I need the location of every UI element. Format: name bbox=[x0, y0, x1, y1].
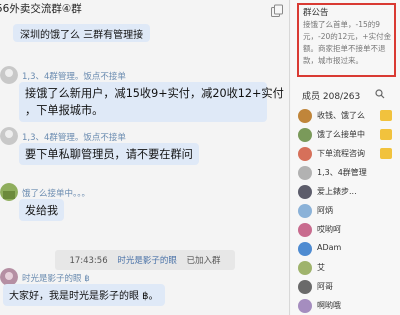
admin-badge-icon bbox=[380, 148, 392, 159]
member-name: 爱上錶步... bbox=[317, 187, 357, 196]
sender-name[interactable]: 时光是影子的眼 ฿ bbox=[22, 272, 90, 284]
member-item[interactable]: 哎哟呵 bbox=[298, 222, 398, 238]
message-bubble: 发给我 bbox=[19, 199, 64, 221]
message-bubble: 大家好，我是时光是影子的眼 ฿。 bbox=[3, 284, 165, 306]
member-name: 1,3、4群管理 bbox=[317, 168, 367, 177]
member-name: 哎哟呵 bbox=[317, 225, 341, 234]
member-avatar bbox=[298, 109, 312, 123]
member-name: 阿哥 bbox=[317, 282, 333, 291]
chat-pane: 56外卖交流群④群 深圳的饿了么 三群有管理接 1,3、4群管理。饭点不接单 接… bbox=[0, 0, 290, 315]
member-item[interactable]: 爱上錶步... bbox=[298, 184, 398, 200]
admin-badge-icon bbox=[380, 110, 392, 121]
member-name: 收钱、饿了么 bbox=[317, 111, 365, 120]
member-avatar bbox=[298, 147, 312, 161]
member-avatar bbox=[298, 166, 312, 180]
member-avatar bbox=[298, 261, 312, 275]
group-notice-panel[interactable]: 群公告 接饿了么首单，-15的9元，-20的12元，+实付金额。商家拒单不接单不… bbox=[297, 3, 396, 77]
member-name: 啊哟哦 bbox=[317, 301, 341, 310]
avatar[interactable] bbox=[0, 183, 18, 201]
group-notice-body: 接饿了么首单，-15的9元，-20的12元，+实付金额。商家拒单不接单不退款，城… bbox=[303, 20, 392, 65]
member-item[interactable]: 阿哥 bbox=[298, 279, 398, 295]
member-name: 饿了么接单中 bbox=[317, 130, 365, 139]
member-avatar bbox=[298, 204, 312, 218]
copy-icon[interactable] bbox=[270, 4, 284, 18]
member-avatar bbox=[298, 223, 312, 237]
admin-badge-icon bbox=[380, 129, 392, 140]
member-item[interactable]: 阿炳 bbox=[298, 203, 398, 219]
sender-name[interactable]: 饿了么接单中。。。 bbox=[22, 187, 90, 199]
avatar[interactable] bbox=[0, 66, 18, 84]
avatar[interactable] bbox=[0, 127, 18, 145]
member-item[interactable]: 下单流程咨询 bbox=[298, 146, 398, 162]
message-bubble: 深圳的饿了么 三群有管理接 bbox=[13, 24, 151, 42]
system-message: 17:43:56 时光是影子的眼 已加入群 bbox=[0, 250, 289, 270]
member-item[interactable]: 1,3、4群管理 bbox=[298, 165, 398, 181]
member-name: 阿炳 bbox=[317, 206, 333, 215]
member-name: 艾 bbox=[317, 263, 325, 272]
message-bubble: 要下单私聊管理员，请不要在群问 bbox=[19, 143, 199, 165]
member-item[interactable]: 啊哟哦 bbox=[298, 298, 398, 314]
member-avatar bbox=[298, 299, 312, 313]
member-avatar bbox=[298, 242, 312, 256]
system-user-link[interactable]: 时光是影子的眼 bbox=[117, 254, 177, 266]
members-count: 成员 208/263 bbox=[302, 92, 361, 102]
member-avatar bbox=[298, 128, 312, 142]
search-icon[interactable] bbox=[375, 89, 385, 99]
member-avatar bbox=[298, 185, 312, 199]
group-notice-title: 群公告 bbox=[303, 8, 329, 18]
sender-name[interactable]: 1,3、4群管理。饭点不接单 bbox=[22, 131, 126, 143]
sender-name[interactable]: 1,3、4群管理。饭点不接单 bbox=[22, 70, 126, 82]
system-time: 17:43:56 bbox=[62, 254, 115, 268]
member-name: ADam bbox=[317, 243, 342, 252]
member-item[interactable]: 艾 bbox=[298, 260, 398, 276]
member-name: 下单流程咨询 bbox=[317, 149, 365, 158]
message-bubble: 接饿了么新用户，减15收9+实付，减20收12+实付 ，下单报城市。 bbox=[19, 82, 284, 122]
system-suffix: 已加入群 bbox=[179, 252, 228, 268]
member-item[interactable]: 饿了么接单中 bbox=[298, 127, 398, 143]
chat-title: 56外卖交流群④群 bbox=[0, 3, 82, 15]
member-item[interactable]: ADam bbox=[298, 241, 398, 257]
member-avatar bbox=[298, 280, 312, 294]
member-item[interactable]: 收钱、饿了么 bbox=[298, 108, 398, 124]
